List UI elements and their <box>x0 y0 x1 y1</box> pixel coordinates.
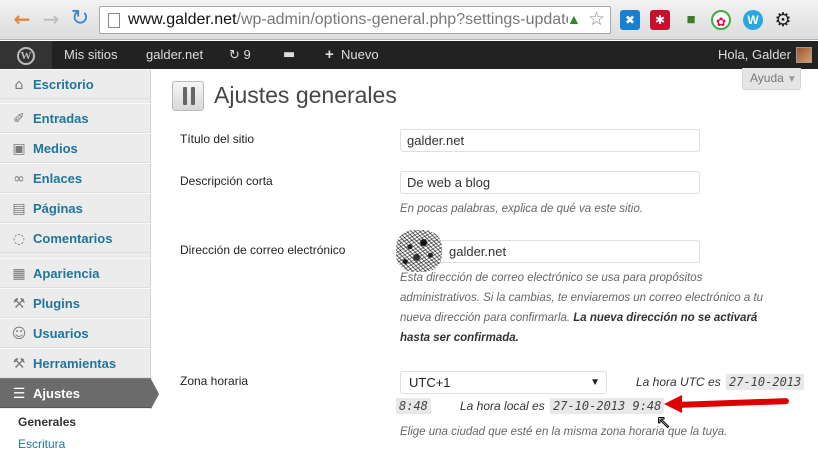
sidebar-item-comments[interactable]: ◌ Comentarios <box>0 223 151 253</box>
updates-count: 9 <box>243 47 251 62</box>
extension-flower-icon[interactable]: ✿ <box>711 10 731 30</box>
sidebar-item-pages[interactable]: ▤ Páginas <box>0 193 151 223</box>
appearance-icon: ▦ <box>12 266 26 282</box>
wrench-icon[interactable]: ⚙ <box>773 10 793 30</box>
settings-submenu: Generales Escritura <box>0 409 151 453</box>
sidebar-item-label: Ajustes <box>33 386 80 401</box>
wp-admin-bar: W Mis sitios galder.net ↻ 9 ▬ + Nuevo Ho… <box>0 41 818 69</box>
pages-icon: ▤ <box>12 201 26 217</box>
help-label: Ayuda <box>750 71 784 85</box>
sidebar-item-label: Escritorio <box>33 77 94 92</box>
reload-icon[interactable]: ↻ <box>69 8 91 30</box>
page-icon <box>108 13 120 28</box>
link-icon: ∞ <box>13 171 25 187</box>
sidebar-item-label: Medios <box>33 141 78 156</box>
sidebar-item-dashboard[interactable]: ⌂ Escritorio <box>0 69 151 99</box>
new-content-link[interactable]: + Nuevo <box>325 41 379 69</box>
site-title-label: Título del sitio <box>180 132 255 146</box>
tools-icon: ⚒ <box>12 356 26 372</box>
timezone-description: Elige una ciudad que esté en la misma zo… <box>400 426 728 438</box>
submenu-item-general[interactable]: Generales <box>18 415 76 429</box>
comment-bubble-icon: ◌ <box>12 231 26 247</box>
chevron-down-icon: ▼ <box>786 74 797 85</box>
wordpress-extension-icon[interactable]: W <box>743 10 763 30</box>
home-icon: ⌂ <box>14 77 24 93</box>
plugin-icon: ⚒ <box>12 296 26 312</box>
forward-arrow-icon[interactable]: → <box>40 8 62 30</box>
updates-icon: ↻ <box>229 48 240 63</box>
avatar[interactable] <box>796 47 812 63</box>
comments-icon[interactable]: ▬ <box>283 41 295 69</box>
email-description-text: nueva dirección para confirmarla. <box>400 312 571 324</box>
annotation-arrow-shaft <box>675 398 790 408</box>
site-title-input[interactable]: galder.net <box>400 129 700 152</box>
email-description-line-3: nueva dirección para confirmarla. La nue… <box>400 308 757 328</box>
sidebar-item-posts[interactable]: ✐ Entradas <box>0 103 151 133</box>
email-input[interactable]: galder.net <box>400 240 700 263</box>
extension-puzzle-icon[interactable]: ■ <box>681 10 701 30</box>
url-path: /wp-admin/options-general.php?settings-u… <box>236 11 568 28</box>
sidebar-item-tools[interactable]: ⚒ Herramientas <box>0 348 151 378</box>
account-greeting[interactable]: Hola, Galder <box>718 41 791 69</box>
sidebar-item-users[interactable]: ☺ Usuarios <box>0 318 151 348</box>
timezone-selected-value: UTC+1 <box>409 375 451 390</box>
sidebar-item-label: Usuarios <box>33 326 89 341</box>
sidebar-item-label: Comentarios <box>33 231 113 246</box>
sidebar-item-settings[interactable]: ☰ Ajustes <box>0 378 159 409</box>
sidebar-item-label: Plugins <box>33 296 80 311</box>
url-text[interactable]: www.galder.net/wp-admin/options-general.… <box>128 11 568 29</box>
updates-link[interactable]: ↻ 9 <box>229 41 251 69</box>
sidebar-item-appearance[interactable]: ▦ Apariencia <box>0 258 151 288</box>
settings-icon: ☰ <box>12 386 26 402</box>
annotation-arrow-head <box>664 395 682 413</box>
dropdown-arrow-icon: ▼ <box>590 377 600 388</box>
sidebar-item-label: Apariencia <box>33 266 100 281</box>
translate-icon[interactable]: ▲ <box>567 11 581 27</box>
email-description-bold-2: hasta ser confirmada. <box>400 332 519 344</box>
sidebar-item-label: Entradas <box>33 111 89 126</box>
extension-asterisk-icon[interactable]: ✱ <box>650 10 670 30</box>
users-icon: ☺ <box>11 326 27 342</box>
sidebar-item-plugins[interactable]: ⚒ Plugins <box>0 288 151 318</box>
tagline-input[interactable]: De web a blog <box>400 171 700 194</box>
site-name-link[interactable]: galder.net <box>146 41 203 69</box>
email-description-line-1: Esta dirección de correo electrónico se … <box>400 272 703 284</box>
timezone-label: Zona horaria <box>180 374 249 388</box>
media-icon: ▣ <box>12 141 26 157</box>
sidebar-item-links[interactable]: ∞ Enlaces <box>0 163 151 193</box>
email-description-line-4: hasta ser confirmada. <box>400 328 519 348</box>
new-label: Nuevo <box>341 47 379 62</box>
sidebar-item-label: Páginas <box>33 201 83 216</box>
admin-sidebar: ⌂ Escritorio ✐ Entradas ▣ Medios ∞ Enlaces ▤… <box>0 69 159 453</box>
redacted-scribble <box>396 230 442 272</box>
utc-date: 27-10-2013 <box>726 374 805 390</box>
back-arrow-icon[interactable]: ← <box>11 8 33 30</box>
utc-time: 8:48 <box>396 398 431 414</box>
utc-time-label: La hora UTC es <box>636 375 721 389</box>
email-description-line-2: administrativos. Si la cambias, te envia… <box>400 292 764 304</box>
star-icon[interactable]: ☆ <box>588 8 605 30</box>
browser-toolbar: ← → ↻ www.galder.net/wp-admin/options-ge… <box>0 0 818 40</box>
settings-page-icon <box>172 81 204 111</box>
my-sites-link[interactable]: Mis sitios <box>64 41 117 69</box>
local-time-label: La hora local es <box>460 399 545 413</box>
tagline-description: En pocas palabras, explica de qué va est… <box>400 203 643 215</box>
extension-x-icon[interactable]: ✖ <box>620 10 640 30</box>
pin-icon: ✐ <box>13 111 25 127</box>
sidebar-item-label: Herramientas <box>33 356 117 371</box>
page-title: Ajustes generales <box>214 82 397 108</box>
tagline-label: Descripción corta <box>180 174 273 188</box>
address-bar[interactable]: www.galder.net/wp-admin/options-general.… <box>99 6 611 34</box>
sidebar-item-media[interactable]: ▣ Medios <box>0 133 151 163</box>
sidebar-item-label: Enlaces <box>33 171 83 186</box>
submenu-item-writing[interactable]: Escritura <box>18 437 65 451</box>
timezone-select[interactable]: UTC+1 ▼ <box>400 371 607 394</box>
help-button[interactable]: Ayuda ▼ <box>742 68 801 90</box>
local-datetime: 27-10-2013 9:48 <box>550 398 665 414</box>
email-description-bold: La nueva dirección no se activará <box>573 312 758 324</box>
url-host: www.galder.net <box>128 11 237 28</box>
wordpress-logo-icon[interactable]: W <box>0 41 52 69</box>
email-label: Dirección de correo electrónico <box>180 243 346 257</box>
